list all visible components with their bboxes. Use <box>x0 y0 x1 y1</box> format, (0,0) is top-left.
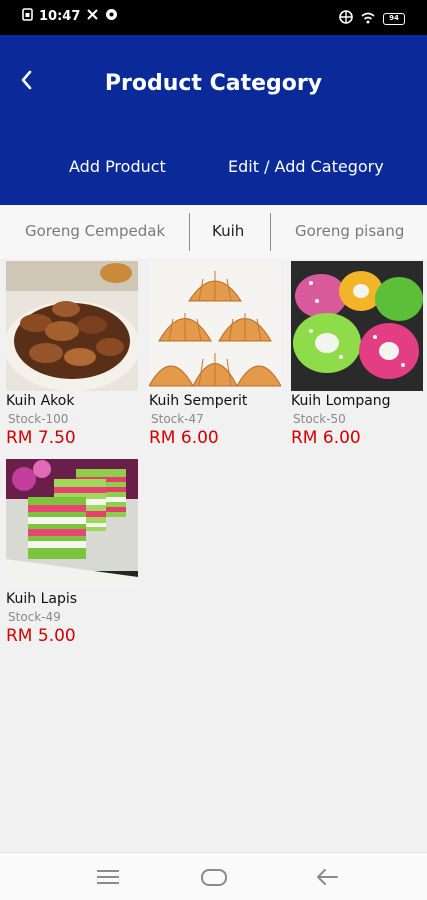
battery-icon: 94 <box>383 12 405 25</box>
nav-recent-button[interactable] <box>93 865 123 889</box>
category-tabs: Goreng Cempedak Kuih Goreng pisang <box>0 205 427 259</box>
tab-goreng-pisang[interactable]: Goreng pisang <box>295 205 404 259</box>
product-price: RM 6.00 <box>149 428 219 448</box>
vpn-icon <box>105 8 118 25</box>
product-stock: Stock-50 <box>293 412 346 426</box>
add-product-button[interactable]: Add Product <box>69 157 166 176</box>
tab-goreng-cempedak[interactable]: Goreng Cempedak <box>25 205 165 259</box>
app-header: Product Category Add Product Edit / Add … <box>0 35 427 205</box>
edit-category-button[interactable]: Edit / Add Category <box>228 157 384 176</box>
wifi-icon <box>361 9 375 28</box>
product-price: RM 6.00 <box>291 428 361 448</box>
product-image <box>6 261 138 391</box>
network-icon <box>339 9 353 28</box>
tab-kuih[interactable]: Kuih <box>212 205 244 259</box>
page-title: Product Category <box>104 71 323 96</box>
product-price: RM 7.50 <box>6 428 76 448</box>
product-card-kuih-lapis[interactable]: Kuih Lapis Stock-49 RM 5.00 <box>6 459 138 646</box>
system-navigation-bar <box>0 852 427 900</box>
status-time: 10:47 <box>39 9 81 24</box>
status-right: 94 <box>339 9 405 28</box>
product-stock: Stock-47 <box>151 412 204 426</box>
status-left: 10:47 <box>22 8 118 25</box>
product-card-kuih-lompang[interactable]: Kuih Lompang Stock-50 RM 6.00 <box>291 261 423 448</box>
product-name: Kuih Lompang <box>291 393 391 409</box>
product-price: RM 5.00 <box>6 626 76 646</box>
product-image <box>291 261 423 391</box>
back-arrow-icon <box>313 869 343 893</box>
sim-icon <box>22 8 33 25</box>
status-bar: 10:47 94 <box>0 0 427 35</box>
product-stock: Stock-100 <box>8 412 69 426</box>
nav-back-button[interactable] <box>313 865 343 889</box>
product-image <box>149 261 281 391</box>
nav-home-button[interactable] <box>199 865 229 889</box>
tab-divider <box>189 213 190 251</box>
tab-divider <box>270 213 271 251</box>
product-card-kuih-akok[interactable]: Kuih Akok Stock-100 RM 7.50 <box>6 261 138 448</box>
product-name: Kuih Semperit <box>149 393 248 409</box>
tools-icon <box>86 8 99 25</box>
home-icon <box>199 869 229 893</box>
menu-icon <box>93 870 123 893</box>
product-name: Kuih Akok <box>6 393 75 409</box>
product-stock: Stock-49 <box>8 610 61 624</box>
product-image <box>6 459 138 589</box>
product-name: Kuih Lapis <box>6 591 78 607</box>
product-card-kuih-semperit[interactable]: Kuih Semperit Stock-47 RM 6.00 <box>149 261 281 448</box>
